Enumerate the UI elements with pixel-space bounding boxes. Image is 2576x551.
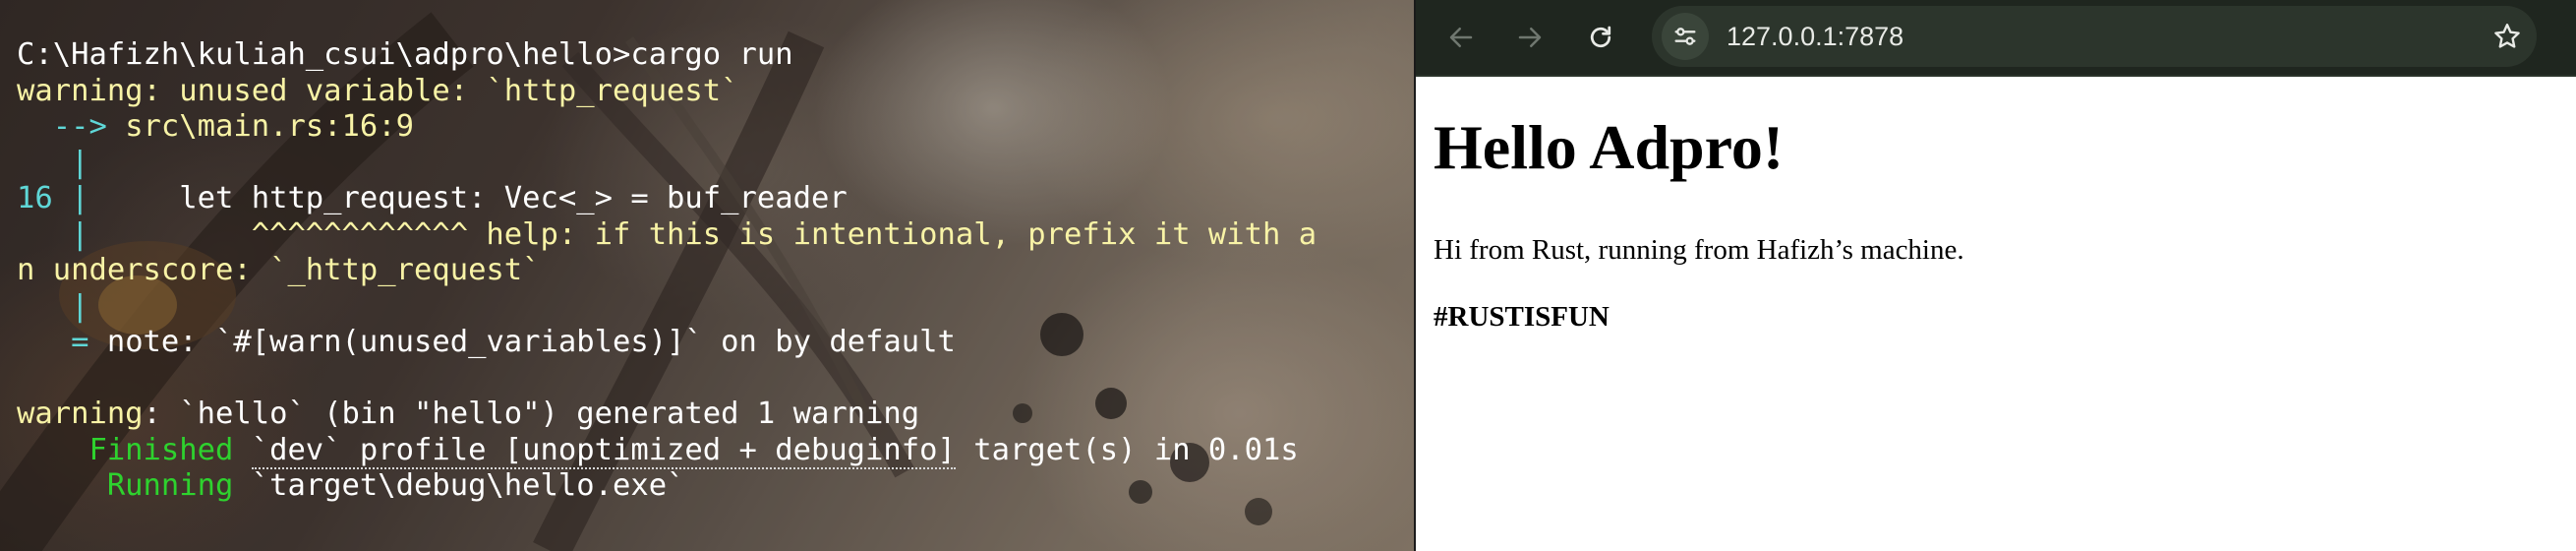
terminal-text-segment: 16 | <box>17 181 89 215</box>
terminal-text-segment: | <box>17 145 89 180</box>
terminal-line: | ^^^^^^^^^^^^ help: if this is intentio… <box>17 217 1317 254</box>
terminal-text-segment: Running <box>17 468 252 503</box>
terminal-text-segment: src\main.rs:16:9 <box>125 109 414 144</box>
terminal-text-segment: warning <box>17 73 144 108</box>
arrow-left-icon <box>1449 28 1473 47</box>
page-heading: Hello Adpro! <box>1434 112 1785 182</box>
browser-window: 127.0.0.1:7878 Hello Adpro! Hi from Rust… <box>1416 0 2576 551</box>
terminal-text-segment: note <box>106 325 180 359</box>
terminal-text-segment: n underscore: `_http_request` <box>17 253 541 287</box>
terminal-text-segment: Finished <box>17 432 252 467</box>
browser-toolbar: 127.0.0.1:7878 <box>1416 0 2576 77</box>
terminal-text-segment: : `hello` (bin "hello") generated 1 warn… <box>143 397 920 431</box>
page-paragraph: Hi from Rust, running from Hafizh’s mach… <box>1434 234 1964 266</box>
terminal-text-segment: --> <box>17 109 126 144</box>
forward-button[interactable] <box>1506 14 1553 61</box>
terminal-text-segment: ^^^^^^^^^^^^ help: if this is intentiona… <box>88 216 1317 252</box>
site-info-button[interactable] <box>1662 13 1709 60</box>
tune-icon <box>1674 28 1696 45</box>
url-text[interactable]: 127.0.0.1:7878 <box>1727 6 1903 67</box>
terminal-window[interactable]: C:\Hafizh\kuliah_csui\adpro\hello>cargo … <box>0 0 1416 551</box>
terminal-line: warning: `hello` (bin "hello") generated… <box>17 397 1317 433</box>
bookmark-button[interactable] <box>2484 13 2531 60</box>
terminal-line: Running `target\debug\hello.exe` <box>17 468 1317 505</box>
terminal-line: | <box>17 146 1317 182</box>
terminal-text-segment: | <box>17 288 89 324</box>
terminal-output: C:\Hafizh\kuliah_csui\adpro\hello>cargo … <box>17 37 1317 505</box>
arrow-right-icon <box>1518 28 1542 47</box>
terminal-line: C:\Hafizh\kuliah_csui\adpro\hello>cargo … <box>17 37 1317 74</box>
terminal-text-segment: C:\Hafizh\kuliah_csui\adpro\hello>cargo … <box>17 37 793 72</box>
terminal-text-segment: : unused variable: `http_request` <box>143 73 739 108</box>
terminal-line: warning: unused variable: `http_request` <box>17 74 1317 110</box>
terminal-text-segment: | <box>17 216 89 252</box>
terminal-text-segment: = <box>17 325 107 359</box>
reload-icon <box>1590 26 1611 48</box>
reload-button[interactable] <box>1577 14 1624 61</box>
terminal-text-segment: let http_request: Vec<_> = buf_reader <box>88 181 848 215</box>
terminal-text-segment: warning <box>17 397 144 431</box>
terminal-text-segment: `target\debug\hello.exe` <box>251 468 685 503</box>
terminal-line: n underscore: `_http_request` <box>17 253 1317 289</box>
terminal-line: 16 | let http_request: Vec<_> = buf_read… <box>17 181 1317 217</box>
address-bar[interactable]: 127.0.0.1:7878 <box>1652 6 2537 67</box>
terminal-text-segment: target(s) in 0.01s <box>955 432 1299 467</box>
terminal-line: | <box>17 289 1317 326</box>
page-hashtag: #RUSTISFUN <box>1434 301 1610 333</box>
star-icon <box>2494 24 2520 48</box>
terminal-line: = note: `#[warn(unused_variables)]` on b… <box>17 325 1317 361</box>
terminal-text-segment: `dev` profile [unoptimized + debuginfo] <box>251 432 956 469</box>
back-button[interactable] <box>1437 14 1485 61</box>
page-content: Hello Adpro! Hi from Rust, running from … <box>1434 77 2556 551</box>
terminal-text-segment: : `#[warn(unused_variables)]` on by defa… <box>179 325 956 359</box>
terminal-line: Finished `dev` profile [unoptimized + de… <box>17 432 1317 469</box>
terminal-line: --> src\main.rs:16:9 <box>17 109 1317 146</box>
